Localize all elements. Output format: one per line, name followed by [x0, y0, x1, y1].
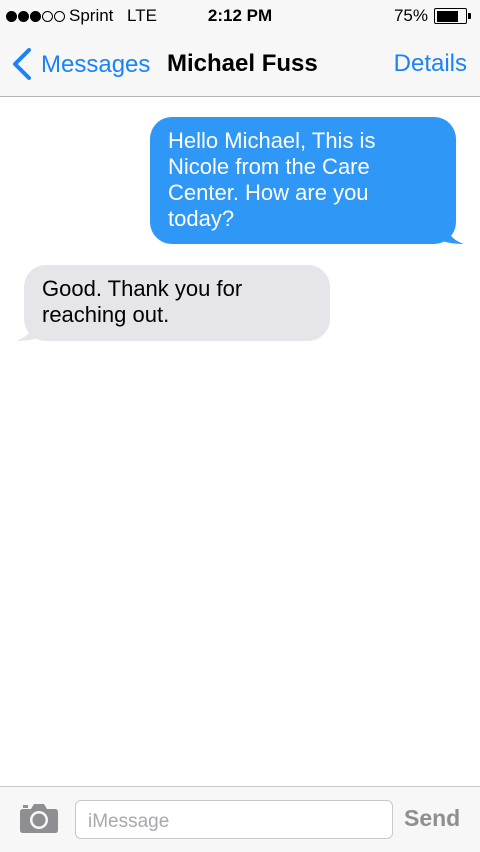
message-input[interactable] — [75, 800, 393, 839]
conversation-title: Michael Fuss — [167, 50, 318, 77]
compose-bar: Send — [0, 786, 480, 852]
details-button[interactable]: Details — [394, 50, 467, 78]
back-button-label: Messages — [41, 51, 151, 78]
incoming-message-text: Good. Thank you for reaching out. — [24, 265, 330, 341]
outgoing-message-bubble[interactable]: Hello Michael, This is Nicole from the C… — [150, 117, 464, 244]
battery-percent: 75% — [393, 6, 428, 25]
outgoing-message-text: Hello Michael, This is Nicole from the C… — [150, 117, 456, 244]
chevron-left-icon — [13, 48, 31, 80]
incoming-message-bubble[interactable]: Good. Thank you for reaching out. — [16, 265, 331, 341]
status-bar: Sprint LTE 2:12 PM 75% — [0, 0, 480, 34]
camera-icon[interactable] — [19, 802, 59, 834]
battery-icon — [434, 8, 472, 24]
send-button[interactable]: Send — [404, 805, 460, 832]
navigation-bar: Messages Michael Fuss Details — [0, 34, 480, 97]
